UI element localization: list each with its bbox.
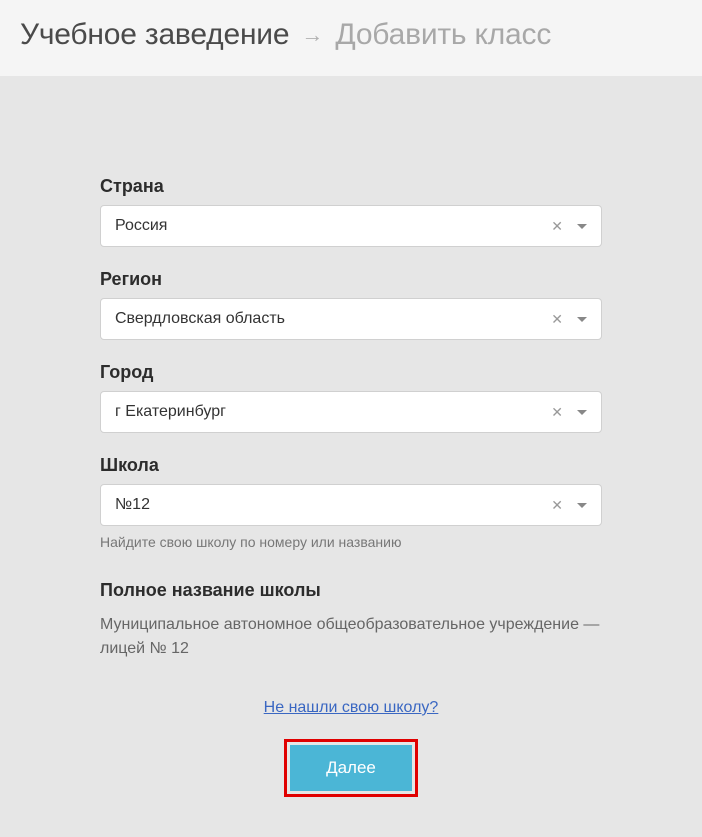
label-country: Страна bbox=[100, 176, 602, 197]
next-button[interactable]: Далее bbox=[290, 745, 412, 791]
field-country: Страна Россия ✕ bbox=[100, 176, 602, 247]
label-city: Город bbox=[100, 362, 602, 383]
label-region: Регион bbox=[100, 269, 602, 290]
select-region[interactable]: Свердловская область ✕ bbox=[100, 298, 602, 340]
arrow-right-icon: → bbox=[301, 22, 323, 48]
field-region: Регион Свердловская область ✕ bbox=[100, 269, 602, 340]
label-fullname: Полное название школы bbox=[100, 580, 602, 601]
clear-icon[interactable]: ✕ bbox=[551, 497, 563, 514]
form: Страна Россия ✕ Регион Свердловская обла… bbox=[0, 76, 702, 837]
chevron-down-icon[interactable] bbox=[577, 317, 587, 322]
select-region-value: Свердловская область bbox=[115, 310, 551, 328]
chevron-down-icon[interactable] bbox=[577, 224, 587, 229]
chevron-down-icon[interactable] bbox=[577, 410, 587, 415]
field-city: Город г Екатеринбург ✕ bbox=[100, 362, 602, 433]
select-school-value: №12 bbox=[115, 496, 551, 514]
clear-icon[interactable]: ✕ bbox=[551, 311, 563, 328]
select-school[interactable]: №12 ✕ bbox=[100, 484, 602, 526]
link-not-found[interactable]: Не нашли свою школу? bbox=[264, 699, 439, 716]
page-title: Учебное заведение bbox=[20, 18, 289, 52]
chevron-down-icon[interactable] bbox=[577, 503, 587, 508]
select-city-value: г Екатеринбург bbox=[115, 403, 551, 421]
select-country-value: Россия bbox=[115, 217, 551, 235]
page-subtitle: Добавить класс bbox=[335, 18, 551, 52]
clear-icon[interactable]: ✕ bbox=[551, 404, 563, 421]
select-city[interactable]: г Екатеринбург ✕ bbox=[100, 391, 602, 433]
text-fullname: Муниципальное автономное общеобразовател… bbox=[100, 613, 602, 661]
hint-school: Найдите свою школу по номеру или названи… bbox=[100, 534, 602, 550]
label-school: Школа bbox=[100, 455, 602, 476]
clear-icon[interactable]: ✕ bbox=[551, 218, 563, 235]
select-country[interactable]: Россия ✕ bbox=[100, 205, 602, 247]
highlight-box: Далее bbox=[284, 739, 418, 797]
footer: Не нашли свою школу? Далее bbox=[100, 699, 602, 797]
breadcrumb: Учебное заведение → Добавить класс bbox=[0, 0, 702, 76]
field-school: Школа №12 ✕ Найдите свою школу по номеру… bbox=[100, 455, 602, 550]
